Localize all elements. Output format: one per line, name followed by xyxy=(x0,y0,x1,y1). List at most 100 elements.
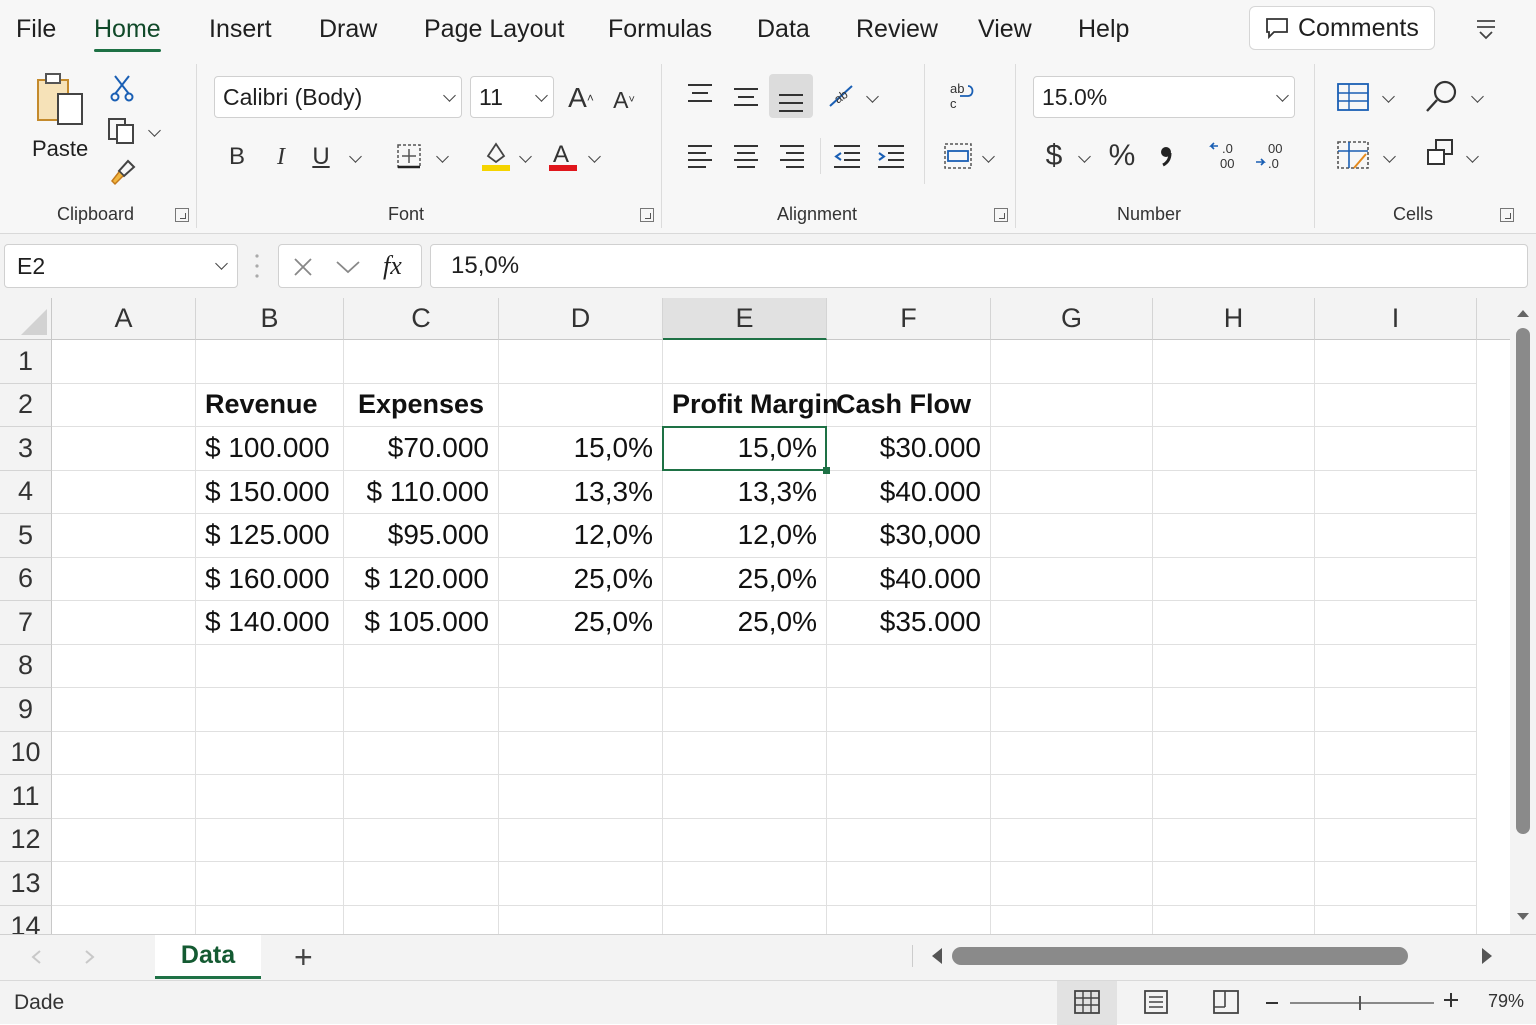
cell-g14[interactable] xyxy=(991,905,1153,934)
comma-style-icon[interactable] xyxy=(1158,144,1174,170)
cell-i10[interactable] xyxy=(1315,731,1477,775)
cell-c3[interactable]: $70.000 xyxy=(344,427,499,471)
decrease-indent-icon[interactable] xyxy=(832,142,862,170)
cell-e10[interactable] xyxy=(663,731,827,775)
increase-font-size-icon[interactable]: A ˄ xyxy=(566,80,596,116)
tab-home[interactable]: Home xyxy=(94,14,161,52)
cell-b4[interactable]: $ 150.000 xyxy=(196,470,344,514)
cell-f10[interactable] xyxy=(827,731,991,775)
cell-b2[interactable]: Revenue xyxy=(196,383,344,427)
row-header-6[interactable]: 6 xyxy=(0,557,52,601)
cell-d10[interactable] xyxy=(499,731,663,775)
row-header-3[interactable]: 3 xyxy=(0,427,52,471)
row-header-13[interactable]: 13 xyxy=(0,862,52,906)
tab-file[interactable]: File xyxy=(16,14,56,44)
cell-f1[interactable] xyxy=(827,340,991,384)
row-header-2[interactable]: 2 xyxy=(0,383,52,427)
insert-cells-icon[interactable] xyxy=(1336,80,1370,114)
cell-f3[interactable]: $30.000 xyxy=(827,427,991,471)
cell-i13[interactable] xyxy=(1315,862,1477,906)
cell-c10[interactable] xyxy=(344,731,499,775)
cell-d1[interactable] xyxy=(499,340,663,384)
horizontal-scroll-thumb[interactable] xyxy=(952,947,1408,965)
ribbon-display-options-icon[interactable] xyxy=(1470,14,1502,44)
find-select-icon[interactable] xyxy=(1424,78,1460,114)
number-format-select[interactable]: 15.0% xyxy=(1033,76,1295,118)
cell-f8[interactable] xyxy=(827,644,991,688)
cell-d13[interactable] xyxy=(499,862,663,906)
cell-e9[interactable] xyxy=(663,688,827,732)
column-header-b[interactable]: B xyxy=(196,298,344,340)
cell-d6[interactable]: 25,0% xyxy=(499,557,663,601)
tab-draw[interactable]: Draw xyxy=(319,14,377,44)
vertical-scroll-thumb[interactable] xyxy=(1516,328,1530,834)
cell-c6[interactable]: $ 120.000 xyxy=(344,557,499,601)
cell-d8[interactable] xyxy=(499,644,663,688)
cell-f6[interactable]: $40.000 xyxy=(827,557,991,601)
cell-d11[interactable] xyxy=(499,775,663,819)
cell-b3[interactable]: $ 100.000 xyxy=(196,427,344,471)
font-color-dropdown-icon[interactable] xyxy=(588,150,601,163)
cell-g6[interactable] xyxy=(991,557,1153,601)
format-cells-dropdown-icon[interactable] xyxy=(1383,150,1396,163)
cell-f9[interactable] xyxy=(827,688,991,732)
cell-f5[interactable]: $30,000 xyxy=(827,514,991,558)
paste-label[interactable]: Paste xyxy=(32,136,88,162)
cell-e11[interactable] xyxy=(663,775,827,819)
cell-f11[interactable] xyxy=(827,775,991,819)
cell-d5[interactable]: 12,0% xyxy=(499,514,663,558)
tab-help[interactable]: Help xyxy=(1078,14,1129,44)
zoom-slider[interactable] xyxy=(1290,996,1434,1010)
row-header-11[interactable]: 11 xyxy=(0,775,52,819)
cell-h6[interactable] xyxy=(1153,557,1315,601)
cell-b5[interactable]: $ 125.000 xyxy=(196,514,344,558)
cell-c9[interactable] xyxy=(344,688,499,732)
previous-sheet-icon[interactable] xyxy=(30,949,42,965)
formula-input[interactable]: 15,0% xyxy=(430,244,1528,288)
cell-h4[interactable] xyxy=(1153,470,1315,514)
formula-bar-drag-handle[interactable] xyxy=(252,252,262,280)
cell-i7[interactable] xyxy=(1315,601,1477,645)
name-box[interactable]: E2 xyxy=(4,244,238,288)
zoom-level[interactable]: 79% xyxy=(1488,991,1524,1012)
cell-i11[interactable] xyxy=(1315,775,1477,819)
cell-e4[interactable]: 13,3% xyxy=(663,470,827,514)
cell-b13[interactable] xyxy=(196,862,344,906)
cell-i5[interactable] xyxy=(1315,514,1477,558)
cell-a6[interactable] xyxy=(52,557,196,601)
cell-i14[interactable] xyxy=(1315,905,1477,934)
scroll-right-icon[interactable] xyxy=(1480,947,1494,965)
column-header-c[interactable]: C xyxy=(344,298,499,340)
cell-d4[interactable]: 13,3% xyxy=(499,470,663,514)
font-family-select[interactable]: Calibri (Body) xyxy=(214,76,462,118)
cell-h9[interactable] xyxy=(1153,688,1315,732)
insert-function-icon[interactable]: fx xyxy=(383,251,402,281)
cell-a10[interactable] xyxy=(52,731,196,775)
cell-b10[interactable] xyxy=(196,731,344,775)
column-header-g[interactable]: G xyxy=(991,298,1153,340)
comments-button[interactable]: Comments xyxy=(1249,6,1435,50)
cell-b7[interactable]: $ 140.000 xyxy=(196,601,344,645)
align-right-icon[interactable] xyxy=(778,142,806,170)
row-header-4[interactable]: 4 xyxy=(0,470,52,514)
column-header-d[interactable]: D xyxy=(499,298,663,340)
cell-a2[interactable] xyxy=(52,383,196,427)
cell-e8[interactable] xyxy=(663,644,827,688)
cell-a8[interactable] xyxy=(52,644,196,688)
cell-i12[interactable] xyxy=(1315,818,1477,862)
cell-a14[interactable] xyxy=(52,905,196,934)
cell-d9[interactable] xyxy=(499,688,663,732)
column-header-a[interactable]: A xyxy=(52,298,196,340)
bottom-align-button[interactable] xyxy=(769,74,813,118)
decrease-font-size-icon[interactable]: A ˅ xyxy=(610,84,638,116)
cell-d2[interactable] xyxy=(499,383,663,427)
cell-g11[interactable] xyxy=(991,775,1153,819)
cell-h7[interactable] xyxy=(1153,601,1315,645)
orientation-icon[interactable]: ab xyxy=(826,82,860,112)
cell-f12[interactable] xyxy=(827,818,991,862)
cell-i8[interactable] xyxy=(1315,644,1477,688)
tab-data[interactable]: Data xyxy=(757,14,810,44)
page-layout-view-icon[interactable] xyxy=(1142,989,1170,1015)
alignment-launcher-icon[interactable] xyxy=(994,208,1008,222)
borders-dropdown-icon[interactable] xyxy=(436,150,449,163)
